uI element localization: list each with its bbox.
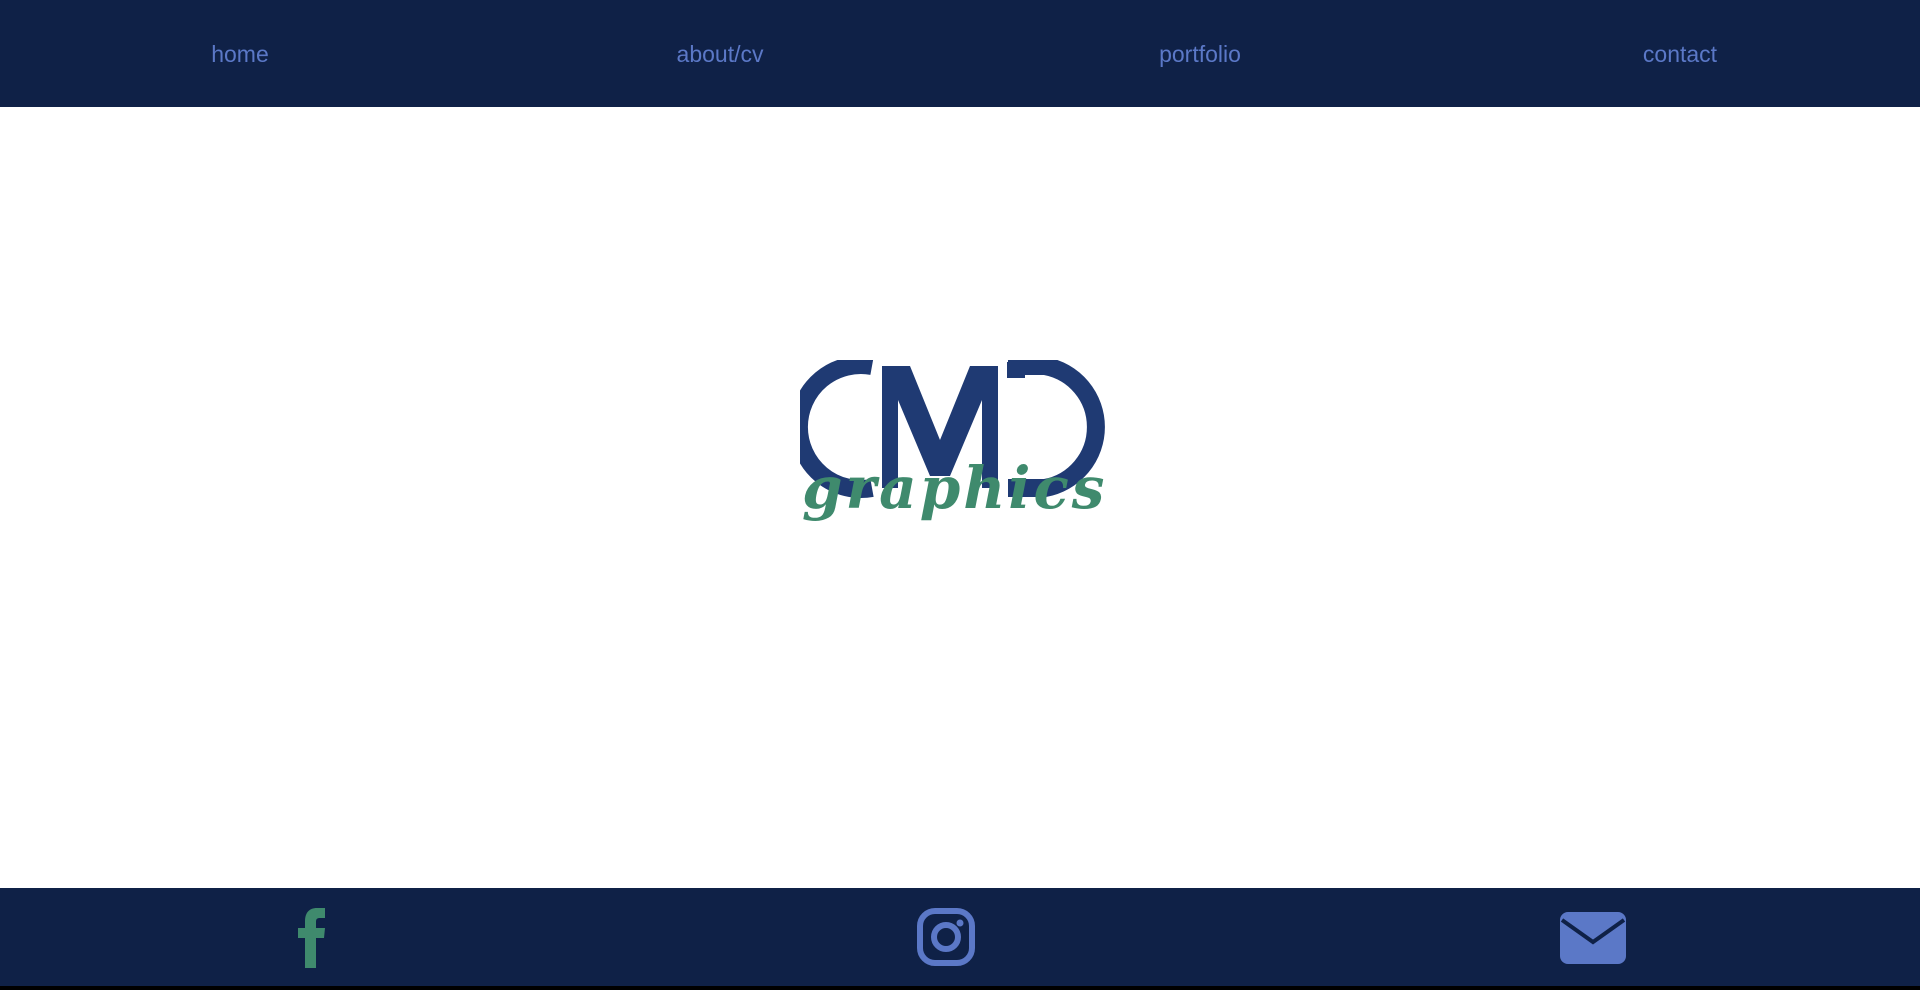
nav-portfolio-link[interactable]: portfolio [1159, 2, 1241, 107]
nav-home-link[interactable]: home [211, 2, 269, 107]
nav-about-cv-link[interactable]: about/cv [677, 2, 764, 107]
cmd-graphics-logo: graphics [789, 356, 1120, 530]
mail-icon[interactable] [1558, 902, 1628, 972]
bottom-edge [0, 986, 1920, 990]
footer [0, 888, 1920, 986]
facebook-icon[interactable] [277, 902, 347, 972]
top-navigation: home about/cv portfolio contact [0, 2, 1920, 107]
page: home about/cv portfolio contact graphics [0, 0, 1920, 990]
instagram-icon[interactable] [911, 902, 981, 972]
svg-text:graphics: graphics [802, 454, 1107, 522]
nav-contact-link[interactable]: contact [1643, 2, 1717, 107]
